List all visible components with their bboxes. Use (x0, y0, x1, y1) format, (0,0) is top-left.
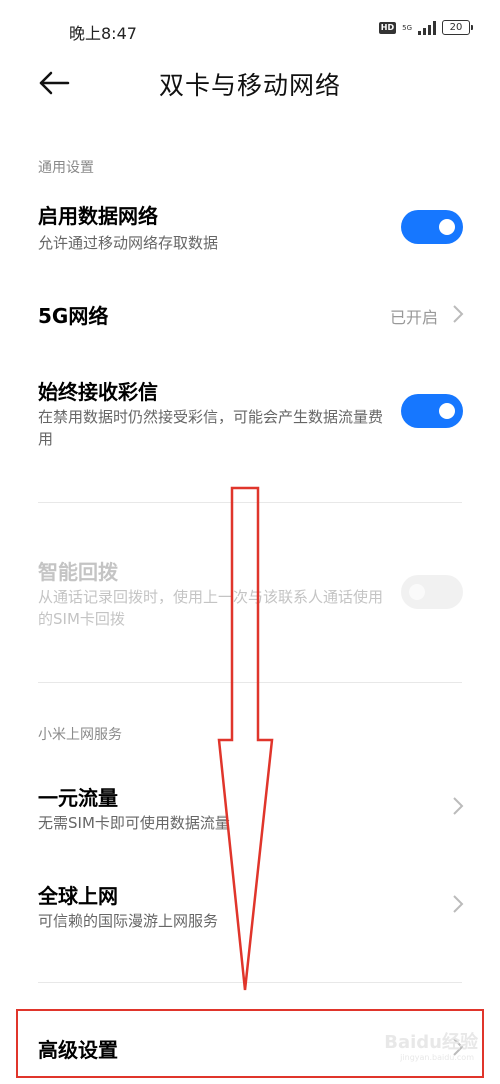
global-row[interactable]: 全球上网 可信赖的国际漫游上网服务 (0, 876, 500, 936)
divider (38, 682, 462, 683)
status-icons: HD 5G 20 (378, 20, 473, 35)
status-bar: 晚上8:47 HD 5G 20 (0, 0, 500, 60)
mms-toggle[interactable] (401, 394, 463, 428)
toggle-knob (439, 219, 455, 235)
data-network-subtitle: 允许通过移动网络存取数据 (38, 234, 219, 252)
watermark-url: jingyan.baidu.com (400, 1053, 474, 1062)
network-type-icon: 5G (402, 23, 412, 32)
toggle-knob (439, 403, 455, 419)
smart-redial-toggle (401, 575, 463, 609)
one-yuan-subtitle: 无需SIM卡即可使用数据流量 (38, 814, 230, 832)
five-g-value: 已开启 (389, 308, 438, 327)
divider (38, 982, 462, 983)
watermark-logo: Baidu经验 (384, 1032, 478, 1053)
data-network-title: 启用数据网络 (38, 204, 158, 228)
mms-title: 始终接收彩信 (38, 380, 158, 404)
mms-row[interactable]: 始终接收彩信 在禁用数据时仍然接受彩信，可能会产生数据流量费用 (0, 372, 500, 462)
status-time: 晚上8:47 (69, 24, 137, 43)
chevron-right-icon (453, 305, 464, 323)
one-yuan-title: 一元流量 (38, 786, 118, 810)
page-title: 双卡与移动网络 (158, 71, 341, 100)
global-title: 全球上网 (38, 884, 118, 908)
five-g-title: 5G网络 (38, 304, 109, 328)
mms-subtitle: 在禁用数据时仍然接受彩信，可能会产生数据流量费用 (38, 408, 384, 448)
hd-icon: HD (378, 21, 397, 34)
toggle-knob (409, 584, 425, 600)
header: 双卡与移动网络 (0, 60, 500, 110)
chevron-right-icon (453, 797, 464, 815)
battery-icon: 20 (442, 20, 473, 35)
signal-icon (418, 20, 436, 35)
one-yuan-row[interactable]: 一元流量 无需SIM卡即可使用数据流量 (0, 778, 500, 838)
five-g-row[interactable]: 5G网络 已开启 (0, 290, 500, 340)
data-network-toggle[interactable] (401, 210, 463, 244)
section-general-label: 通用设置 (38, 160, 94, 176)
smart-redial-subtitle: 从通话记录回拨时，使用上一次与该联系人通话使用的SIM卡回拨 (38, 588, 384, 628)
smart-redial-row: 智能回拨 从通话记录回拨时，使用上一次与该联系人通话使用的SIM卡回拨 (0, 552, 500, 642)
chevron-right-icon (453, 895, 464, 913)
divider (38, 502, 462, 503)
global-subtitle: 可信赖的国际漫游上网服务 (38, 912, 219, 930)
section-xiaomi-label: 小米上网服务 (38, 727, 122, 743)
smart-redial-title: 智能回拨 (38, 560, 118, 584)
data-network-row[interactable]: 启用数据网络 允许通过移动网络存取数据 (0, 195, 500, 270)
